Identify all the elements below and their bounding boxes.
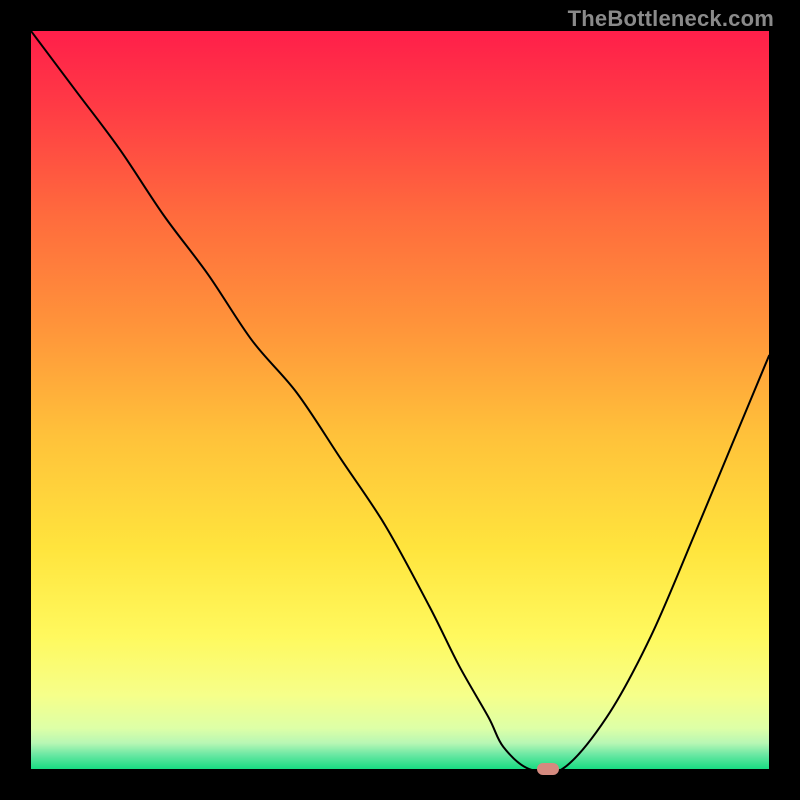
chart-canvas: TheBottleneck.com xyxy=(0,0,800,800)
plot-area xyxy=(31,31,769,769)
watermark-label: TheBottleneck.com xyxy=(568,6,774,32)
optimal-point-marker xyxy=(537,763,559,775)
bottleneck-curve xyxy=(31,31,769,769)
